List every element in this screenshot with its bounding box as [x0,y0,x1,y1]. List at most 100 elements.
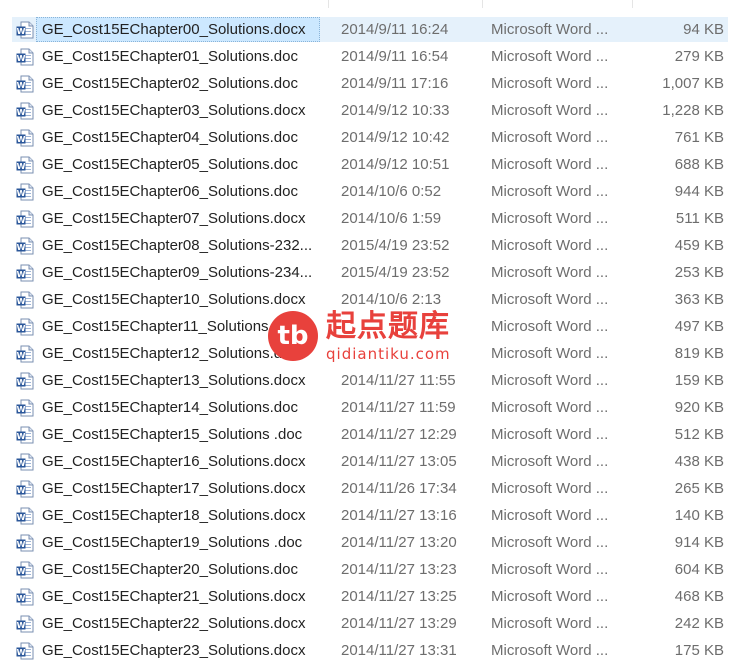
file-row[interactable]: W GE_Cost15EChapter05_Solutions.doc 2014/9… [0,151,740,178]
file-date-modified: 2014/9/11 17:16 [341,75,449,92]
file-row[interactable]: W GE_Cost15EChapter18_Solutions.docx 2014/… [0,502,740,529]
svg-text:W: W [17,297,26,306]
file-name[interactable]: GE_Cost15EChapter18_Solutions.docx [42,502,324,529]
file-date-modified: 2014/10/6 1:59 [341,210,442,227]
svg-text:W: W [17,405,26,414]
file-row[interactable]: W GE_Cost15EChapter02_Solutions.doc 2014/9… [0,70,740,97]
word-doc-icon: W [16,156,34,174]
file-row[interactable]: W GE_Cost15EChapter23_Solutions.docx 2014/… [0,637,740,664]
file-row[interactable]: W GE_Cost15EChapter07_Solutions.docx 2014/… [0,205,740,232]
file-size: 944 KB [674,183,724,200]
file-name[interactable]: GE_Cost15EChapter01_Solutions.doc [42,43,324,70]
file-name[interactable]: GE_Cost15EChapter07_Solutions.docx [42,205,324,232]
file-name[interactable]: GE_Cost15EChapter06_Solutions.doc [42,178,324,205]
word-doc-icon: W [16,318,34,336]
file-date-modified: 2014/9/12 10:33 [341,102,450,119]
word-doc-icon: W [16,237,34,255]
file-name[interactable]: GE_Cost15EChapter02_Solutions.doc [42,70,324,97]
file-row[interactable]: W GE_Cost15EChapter03_Solutions.docx 2014/… [0,97,740,124]
file-size: 265 KB [674,480,724,497]
word-docx-icon: W [16,210,34,228]
word-doc-icon: W [16,399,34,417]
file-name[interactable]: GE_Cost15EChapter13_Solutions.docx [42,367,324,394]
file-size: 688 KB [674,156,724,173]
file-size: 159 KB [674,372,724,389]
file-name[interactable]: GE_Cost15EChapter08_Solutions-232... [42,232,324,259]
file-row[interactable]: W GE_Cost15EChapter16_Solutions.docx 2014/… [0,448,740,475]
file-type: Microsoft Word ... [491,399,609,416]
file-name[interactable]: GE_Cost15EChapter00_Solutions.docx [42,16,324,43]
column-divider[interactable] [328,0,329,8]
file-row[interactable]: W GE_Cost15EChapter00_Solutions.docx 2014/… [0,16,740,43]
file-row[interactable]: W GE_Cost15EChapter19_Solutions .doc 2014/… [0,529,740,556]
file-date-modified: 2014/9/11 16:54 [341,48,449,65]
word-doc-icon: W [16,345,34,363]
file-name[interactable]: GE_Cost15EChapter09_Solutions-234... [42,259,324,286]
word-docx-icon: W [16,21,34,39]
file-date-modified: 2014/11/27 13:23 [341,561,457,578]
file-type: Microsoft Word ... [491,480,609,497]
file-size: 279 KB [674,48,724,65]
file-name[interactable]: GE_Cost15EChapter04_Solutions.doc [42,124,324,151]
svg-text:W: W [17,270,26,279]
file-row[interactable]: W GE_Cost15EChapter08_Solutions-232... 201… [0,232,740,259]
file-size: 511 KB [675,210,724,227]
svg-text:W: W [17,567,26,576]
file-size: 242 KB [674,615,724,632]
file-name[interactable]: GE_Cost15EChapter17_Solutions.docx [42,475,324,502]
file-size: 497 KB [674,318,724,335]
file-name[interactable]: GE_Cost15EChapter15_Solutions .doc [42,421,324,448]
file-name[interactable]: GE_Cost15EChapter05_Solutions.doc [42,151,324,178]
svg-text:W: W [17,648,26,657]
file-row[interactable]: W GE_Cost15EChapter14_Solutions.doc 2014/1… [0,394,740,421]
file-type: Microsoft Word ... [491,318,609,335]
file-name[interactable]: GE_Cost15EChapter12_Solutions.doc [42,340,324,367]
file-name[interactable]: GE_Cost15EChapter14_Solutions.doc [42,394,324,421]
svg-text:W: W [17,486,26,495]
file-date-modified: 2014/11/27 13:25 [341,588,457,605]
file-row[interactable]: W GE_Cost15EChapter09_Solutions-234... 201… [0,259,740,286]
file-name[interactable]: GE_Cost15EChapter16_Solutions.docx [42,448,324,475]
word-doc-icon: W [16,426,34,444]
file-row[interactable]: W GE_Cost15EChapter13_Solutions.docx 2014/… [0,367,740,394]
file-name[interactable]: GE_Cost15EChapter11_Solutions.doc [42,313,324,340]
file-row[interactable]: W GE_Cost15EChapter01_Solutions.doc 2014/9… [0,43,740,70]
file-row[interactable]: W GE_Cost15EChapter15_Solutions .doc 2014/… [0,421,740,448]
word-doc-icon: W [16,75,34,93]
file-size: 94 KB [683,21,724,38]
file-type: Microsoft Word ... [491,588,609,605]
file-name[interactable]: GE_Cost15EChapter20_Solutions.doc [42,556,324,583]
file-size: 459 KB [674,237,724,254]
file-date-modified: 2014/9/12 10:51 [341,156,450,173]
file-row[interactable]: W GE_Cost15EChapter11_Solutions.doc Micros… [0,313,740,340]
file-row[interactable]: W GE_Cost15EChapter21_Solutions.docx 2014/… [0,583,740,610]
file-row[interactable]: W GE_Cost15EChapter06_Solutions.doc 2014/1… [0,178,740,205]
file-name[interactable]: GE_Cost15EChapter19_Solutions .doc [42,529,324,556]
svg-text:W: W [17,540,26,549]
file-row[interactable]: W GE_Cost15EChapter04_Solutions.doc 2014/9… [0,124,740,151]
file-row[interactable]: W GE_Cost15EChapter20_Solutions.doc 2014/1… [0,556,740,583]
column-divider[interactable] [482,0,483,8]
word-docx-icon: W [16,507,34,525]
svg-text:W: W [17,216,26,225]
file-name[interactable]: GE_Cost15EChapter22_Solutions.docx [42,610,324,637]
file-row[interactable]: W GE_Cost15EChapter22_Solutions.docx 2014/… [0,610,740,637]
word-docx-icon: W [16,102,34,120]
column-divider[interactable] [632,0,633,8]
svg-text:W: W [17,81,26,90]
file-name[interactable]: GE_Cost15EChapter23_Solutions.docx [42,637,324,664]
svg-text:W: W [17,621,26,630]
file-row[interactable]: W GE_Cost15EChapter12_Solutions.doc Micros… [0,340,740,367]
file-name[interactable]: GE_Cost15EChapter03_Solutions.docx [42,97,324,124]
file-type: Microsoft Word ... [491,75,609,92]
file-row[interactable]: W GE_Cost15EChapter10_Solutions.docx 2014/… [0,286,740,313]
svg-text:W: W [17,54,26,63]
file-name[interactable]: GE_Cost15EChapter21_Solutions.docx [42,583,324,610]
svg-text:W: W [17,27,26,36]
svg-text:W: W [17,459,26,468]
file-row[interactable]: W GE_Cost15EChapter17_Solutions.docx 2014/… [0,475,740,502]
svg-text:W: W [17,108,26,117]
file-name[interactable]: GE_Cost15EChapter10_Solutions.docx [42,286,324,313]
file-date-modified: 2014/11/27 13:16 [341,507,457,524]
word-docx-icon: W [16,588,34,606]
